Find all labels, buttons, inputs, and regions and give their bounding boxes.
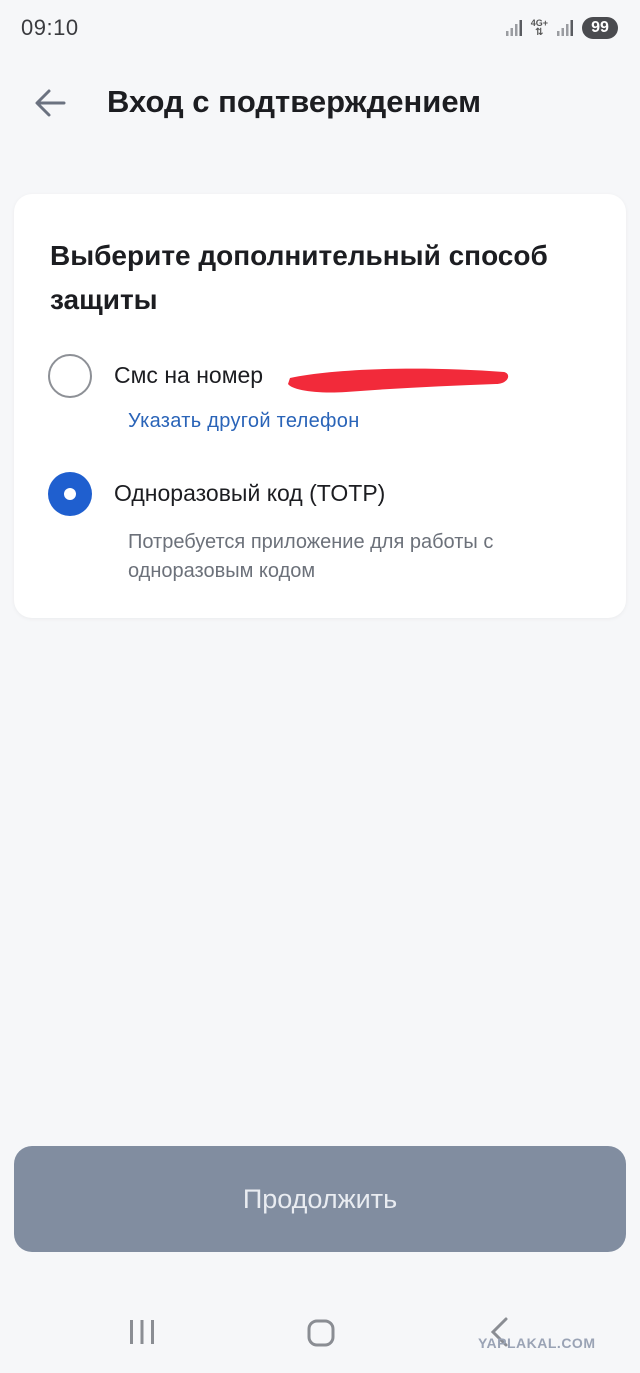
card-title: Выберите дополнительный способ защиты bbox=[50, 240, 548, 315]
recent-apps-icon[interactable] bbox=[128, 1318, 156, 1346]
status-icons: 4G+ ⇅ 99 bbox=[505, 16, 618, 40]
option-totp-label: Одноразовый код (TOTP) bbox=[114, 480, 386, 506]
protection-method-card: Выберите дополнительный способ защиты См… bbox=[14, 194, 626, 618]
status-time: 09:10 bbox=[21, 15, 79, 40]
signal-icon bbox=[557, 20, 573, 36]
status-bar: 09:10 4G+ ⇅ 99 bbox=[0, 0, 640, 60]
network-4g-icon: 4G+ ⇅ bbox=[531, 19, 548, 38]
back-button[interactable] bbox=[32, 86, 68, 120]
page-title: Вход с подтверждением bbox=[107, 84, 482, 119]
continue-button[interactable]: Продолжить bbox=[14, 1146, 626, 1252]
redaction-scribble bbox=[288, 368, 509, 393]
home-icon[interactable] bbox=[306, 1318, 336, 1348]
battery-icon: 99 bbox=[582, 17, 618, 39]
watermark: YAPLAKAL.COM bbox=[478, 1335, 596, 1351]
radio-sms[interactable] bbox=[48, 354, 92, 398]
header: Вход с подтверждением bbox=[0, 70, 640, 136]
totp-hint: Потребуется приложение для работы с одно… bbox=[128, 531, 494, 582]
option-sms-label: Смс на номер bbox=[114, 362, 264, 388]
arrow-left-icon bbox=[35, 89, 66, 117]
signal-icon bbox=[505, 20, 522, 36]
radio-totp[interactable] bbox=[48, 472, 92, 516]
option-totp[interactable]: Одноразовый код (TOTP) bbox=[48, 472, 588, 518]
data-arrows-icon: ⇅ bbox=[535, 27, 544, 38]
change-phone-link[interactable]: Указать другой телефон bbox=[128, 410, 360, 433]
